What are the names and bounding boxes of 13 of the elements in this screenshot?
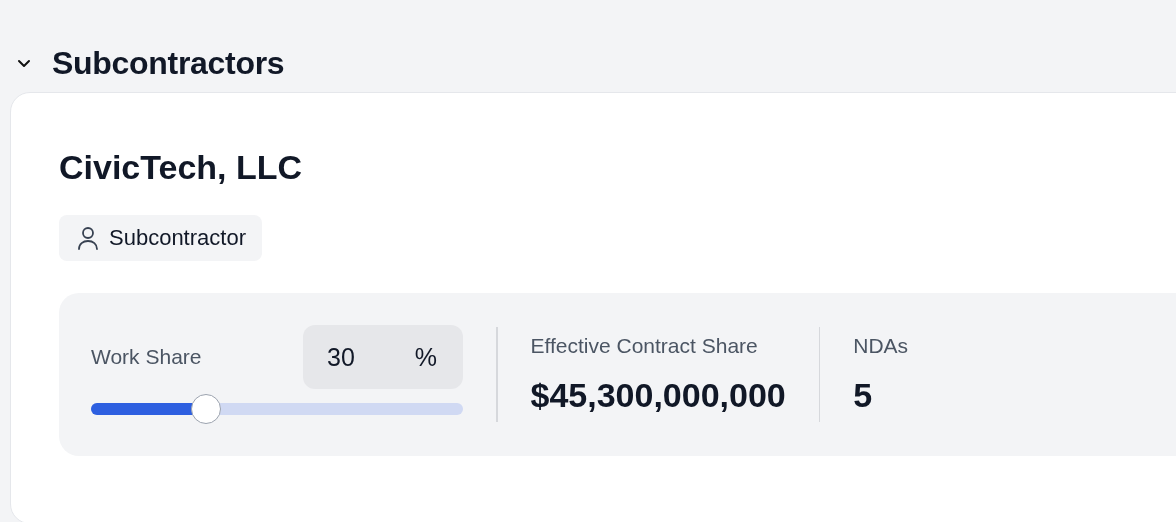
stat-label: NDAs [853, 334, 909, 358]
work-share-field[interactable]: 30 % [303, 325, 463, 389]
stat-value: 5 [853, 376, 874, 415]
slider-thumb[interactable] [191, 394, 222, 424]
role-label: Subcontractor [109, 225, 246, 251]
company-name: CivicTech, LLC [59, 147, 304, 188]
section-title: Subcontractors [52, 44, 285, 82]
stat-label: Effective Contract Share [530, 334, 759, 358]
work-share-slider[interactable] [91, 394, 463, 424]
person-icon [77, 226, 99, 250]
work-share-label: Work Share [91, 345, 202, 369]
percent-unit: % [414, 342, 437, 372]
stat-value: $45,300,000,000 [530, 376, 786, 415]
